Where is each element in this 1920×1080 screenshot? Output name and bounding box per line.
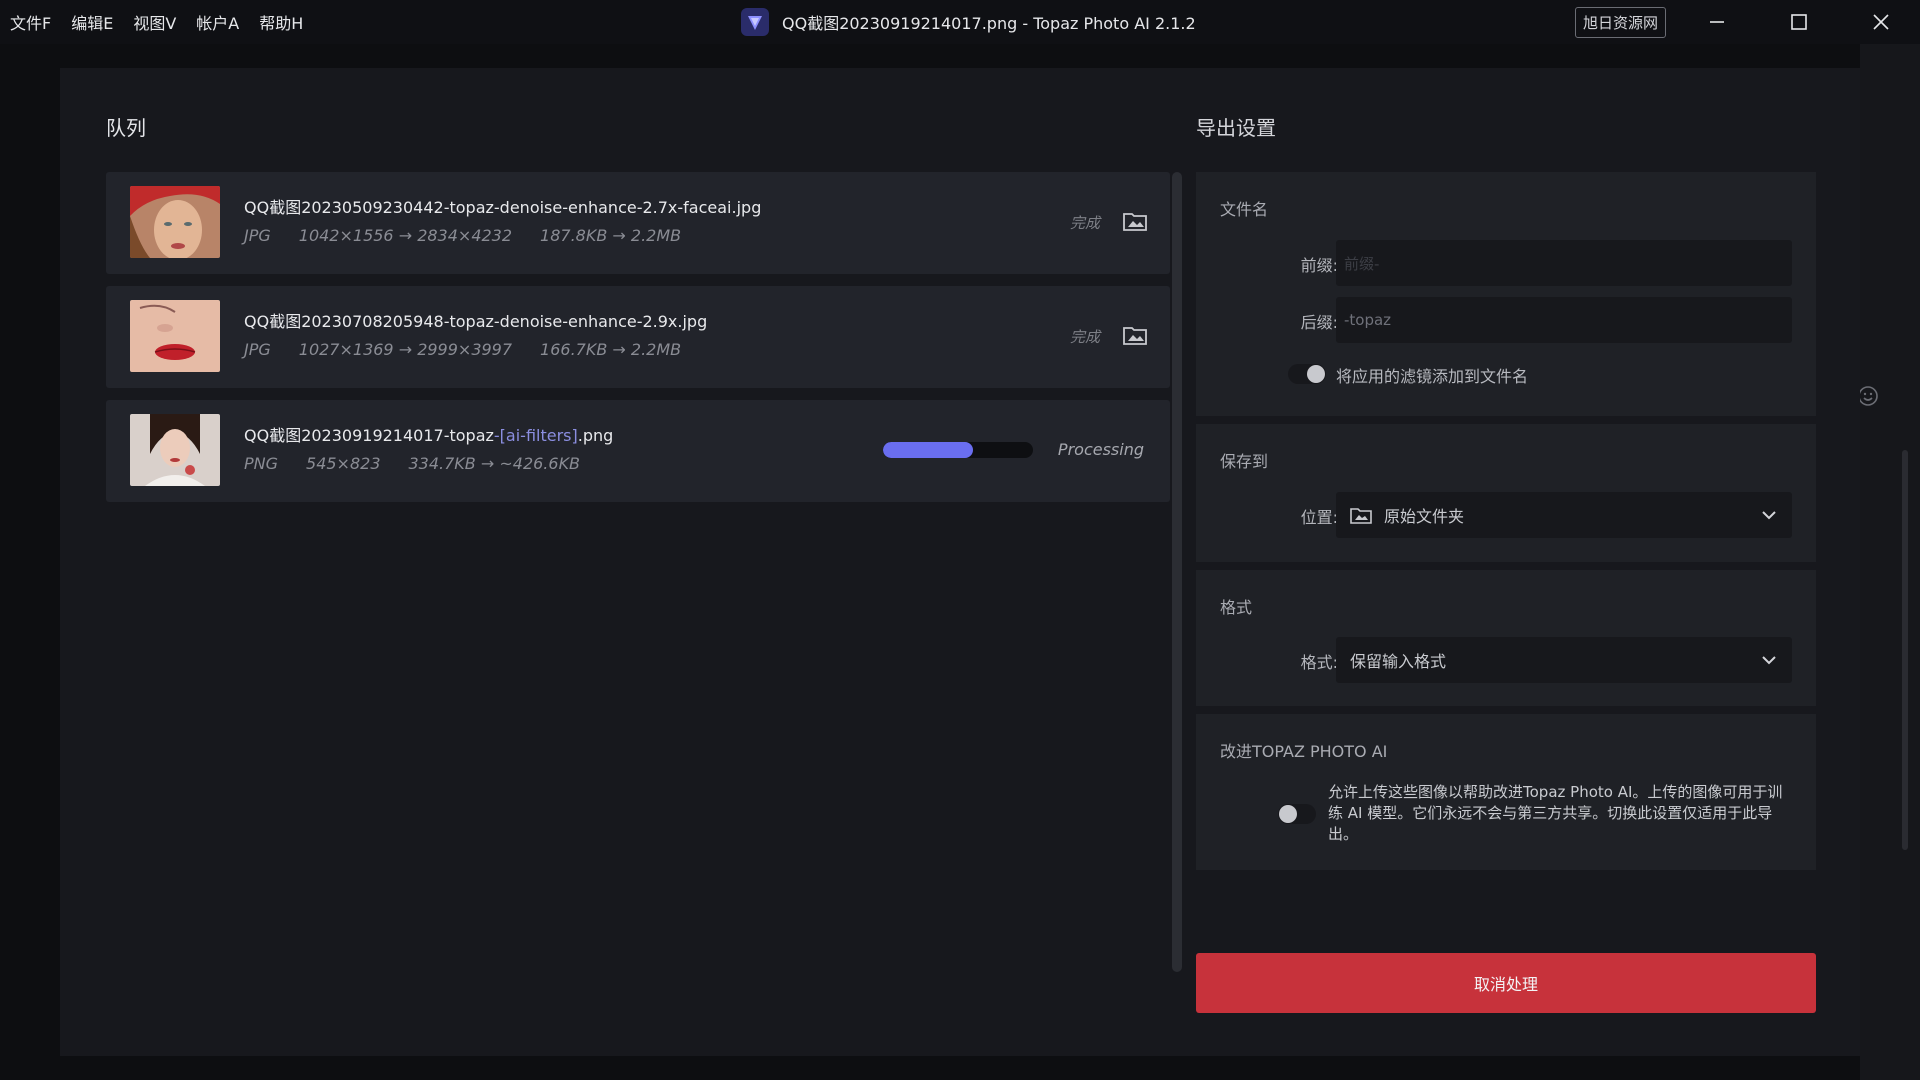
thumbnail-image <box>130 414 220 486</box>
save-to-section: 保存到 位置: 原始文件夹 <box>1196 424 1816 562</box>
thumbnail-image <box>130 300 220 372</box>
filter-name-toggle-label: 将应用的滤镜添加到文件名 <box>1336 367 1529 386</box>
export-settings-heading: 导出设置 <box>1196 116 1276 140</box>
file-meta: JPG 1042×1556 → 2834×4232 187.8KB → 2.2M… <box>244 226 681 245</box>
queue-scrollbar[interactable] <box>1172 172 1182 972</box>
queue-item: QQ截图20230708205948-topaz-denoise-enhance… <box>106 286 1170 388</box>
file-format: JPG <box>244 340 271 359</box>
file-size: 334.7KB → ~426.6KB <box>408 454 581 473</box>
improve-section: 改进TOPAZ PHOTO AI 允许上传这些图像以帮助改进Topaz Phot… <box>1196 714 1816 870</box>
title-bar: 文件F 编辑E 视图V 帐户A 帮助H QQ截图20230919214017.p… <box>0 0 1920 44</box>
file-meta: PNG 545×823 334.7KB → ~426.6KB <box>244 454 580 473</box>
section-title: 文件名 <box>1220 200 1269 219</box>
improve-toggle[interactable] <box>1278 804 1316 824</box>
processing-label: Processing <box>1057 440 1144 459</box>
open-folder-icon[interactable] <box>1122 210 1148 232</box>
menu-edit[interactable]: 编辑E <box>71 10 113 34</box>
format-section: 格式 格式: 保留输入格式 <box>1196 570 1816 706</box>
file-name: QQ截图20230509230442-topaz-denoise-enhance… <box>244 198 762 217</box>
filter-name-toggle[interactable] <box>1288 364 1326 384</box>
status-label: 完成 <box>1069 328 1100 346</box>
file-name-tag: -[ai-filters] <box>493 426 578 445</box>
section-title: 格式 <box>1220 598 1253 617</box>
menu-help[interactable]: 帮助H <box>259 10 303 34</box>
folder-icon <box>1350 506 1372 524</box>
file-dimensions: 1027×1369 → 2999×3997 <box>298 340 513 359</box>
minimize-icon[interactable] <box>1682 0 1752 44</box>
menu-view[interactable]: 视图V <box>133 10 176 34</box>
status-label: 完成 <box>1069 214 1100 232</box>
menu-file[interactable]: 文件F <box>10 10 51 34</box>
open-folder-icon[interactable] <box>1122 324 1148 346</box>
file-format: PNG <box>244 454 279 473</box>
file-dimensions: 545×823 <box>306 454 381 473</box>
background-app-sidebar <box>1860 44 1920 1080</box>
file-format: JPG <box>244 226 271 245</box>
progress-bar-fill <box>883 442 973 458</box>
window-title: QQ截图20230919214017.png - Topaz Photo AI … <box>782 14 1196 33</box>
file-meta: JPG 1027×1369 → 2999×3997 166.7KB → 2.2M… <box>244 340 681 359</box>
maximize-icon[interactable] <box>1764 0 1834 44</box>
export-dialog: 队列 导出设置 QQ截图20230509230442-topaz-denoise… <box>60 68 1860 1056</box>
queue-heading: 队列 <box>106 116 146 140</box>
section-title: 保存到 <box>1220 452 1269 471</box>
toggle-knob <box>1307 365 1325 383</box>
queue-list: QQ截图20230509230442-topaz-denoise-enhance… <box>106 172 1170 514</box>
location-dropdown[interactable]: 原始文件夹 <box>1336 492 1792 538</box>
menu-account[interactable]: 帐户A <box>196 10 239 34</box>
file-name-base: QQ截图20230919214017-topaz <box>244 426 494 445</box>
background-scrollbar <box>1902 450 1908 850</box>
location-value: 原始文件夹 <box>1384 507 1465 526</box>
chevron-down-icon <box>1760 506 1778 524</box>
file-name-ext: .png <box>577 426 614 445</box>
toggle-knob <box>1279 805 1297 823</box>
chevron-down-icon <box>1760 651 1778 669</box>
format-dropdown[interactable]: 保留输入格式 <box>1336 637 1792 683</box>
file-name: QQ截图20230708205948-topaz-denoise-enhance… <box>244 312 708 331</box>
format-value: 保留输入格式 <box>1350 652 1447 671</box>
prefix-input[interactable]: 前缀- <box>1336 240 1792 286</box>
location-label: 位置: <box>1300 508 1338 527</box>
window-title-group: QQ截图20230919214017.png - Topaz Photo AI … <box>740 0 1196 44</box>
menu-bar: 文件F 编辑E 视图V 帐户A 帮助H <box>10 0 303 44</box>
queue-item: QQ截图20230919214017-topaz-[ai-filters].pn… <box>106 400 1170 502</box>
suffix-label: 后缀: <box>1300 313 1338 332</box>
prefix-label: 前缀: <box>1300 256 1338 275</box>
file-size: 166.7KB → 2.2MB <box>540 340 682 359</box>
format-label: 格式: <box>1300 653 1338 672</box>
improve-description: 允许上传这些图像以帮助改进Topaz Photo AI。上传的图像可用于训练 A… <box>1328 783 1783 843</box>
progress-bar <box>883 442 1033 458</box>
topaz-logo-icon <box>740 7 770 37</box>
file-dimensions: 1042×1556 → 2834×4232 <box>298 226 513 245</box>
section-title: 改进TOPAZ PHOTO AI <box>1220 742 1388 761</box>
file-size: 187.8KB → 2.2MB <box>540 226 682 245</box>
file-name: QQ截图20230919214017-topaz-[ai-filters].pn… <box>244 422 613 446</box>
thumbnail-image <box>130 186 220 258</box>
suffix-input[interactable]: -topaz <box>1336 297 1792 343</box>
filename-section: 文件名 前缀: 前缀- 后缀: -topaz 将应用的滤镜添加到文件名 <box>1196 172 1816 416</box>
queue-item: QQ截图20230509230442-topaz-denoise-enhance… <box>106 172 1170 274</box>
brand-button[interactable]: 旭日资源网 <box>1575 7 1667 38</box>
close-icon[interactable] <box>1846 0 1916 44</box>
cancel-processing-button[interactable]: 取消处理 <box>1196 953 1816 1013</box>
